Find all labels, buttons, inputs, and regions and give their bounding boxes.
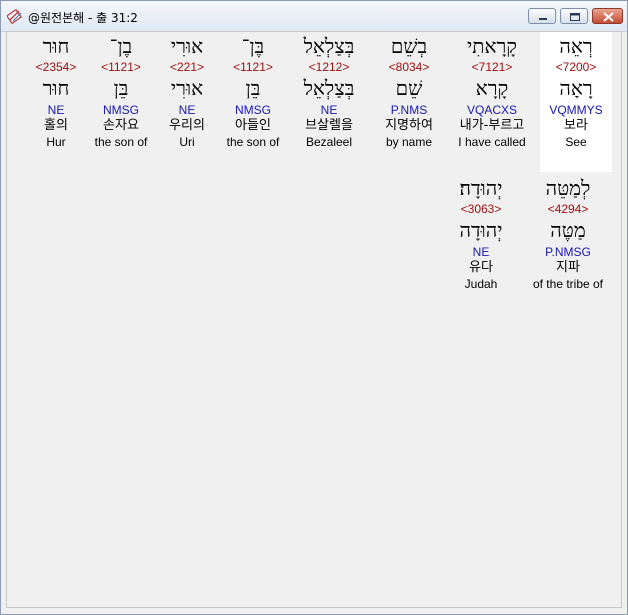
english-gloss: the son of xyxy=(94,135,148,149)
lemma: בֵּן xyxy=(113,76,129,100)
hebrew-word[interactable]: רְאֵה xyxy=(540,32,612,60)
lemma: רָאָה xyxy=(559,76,593,100)
strong-number-link[interactable]: <1121> xyxy=(88,60,154,74)
minimize-icon xyxy=(539,18,547,20)
lemma: אוּרִי xyxy=(170,76,204,100)
english-gloss: of the tribe of xyxy=(532,277,604,291)
parsing-code: NE xyxy=(178,103,196,117)
english-gloss: Bezaleel xyxy=(305,135,353,149)
window-title: @원전본해 - 출 31:2 xyxy=(28,11,138,25)
lemma: בְּצַלְאֵל xyxy=(303,76,355,100)
word-column[interactable]: קָרָאתִי <7121> קָרָא VQACXS 내가-부르고 I ha… xyxy=(447,32,537,172)
strong-number-link[interactable]: <3063> xyxy=(443,202,519,216)
parsing-code: NE xyxy=(472,245,490,259)
english-gloss: the son of xyxy=(226,135,280,149)
strong-number-link[interactable]: <8034> xyxy=(372,60,446,74)
lemma: חוּר xyxy=(42,76,70,100)
word-column[interactable]: יְהוּדָה׃ <3063> יְהוּדָה NE 유다 Judah xyxy=(443,174,519,314)
hebrew-word[interactable]: קָרָאתִי xyxy=(447,32,537,60)
parsing-code: NE xyxy=(320,103,338,117)
lemma: שֵׁם xyxy=(395,76,423,100)
word-column[interactable]: בְשֵׁם <8034> שֵׁם P.NMS 지명하여 by name xyxy=(372,32,446,172)
strong-number-link[interactable]: <7200> xyxy=(540,60,612,74)
close-button[interactable] xyxy=(592,8,623,24)
english-gloss: I have called xyxy=(458,135,526,149)
strong-number-link[interactable]: <221> xyxy=(158,60,216,74)
lemma: בֵּן xyxy=(245,76,261,100)
word-column[interactable]: אוּרִי <221> אוּרִי NE 우리의 Uri xyxy=(158,32,216,172)
strong-number-link[interactable]: <1212> xyxy=(290,60,368,74)
hebrew-word[interactable]: בְּצַלְאֵל xyxy=(290,32,368,60)
hebrew-word[interactable]: חוּר xyxy=(27,32,85,60)
parsing-code: NMSG xyxy=(103,103,139,117)
hebrew-word[interactable]: בֶן־ xyxy=(88,32,154,60)
english-gloss: Uri xyxy=(179,135,195,149)
minimize-button[interactable] xyxy=(528,8,556,24)
parsing-code: VQACXS xyxy=(466,103,517,117)
lemma: יְהוּדָה xyxy=(459,218,503,242)
lemma: מַטֶּה xyxy=(550,218,586,242)
korean-gloss: 유다 xyxy=(469,260,493,275)
english-gloss: See xyxy=(565,135,587,149)
maximize-icon xyxy=(570,13,580,21)
korean-gloss: 브살렐을 xyxy=(305,118,353,133)
strong-number-link[interactable]: <4294> xyxy=(523,202,613,216)
word-column[interactable]: חוּר <2354> חוּר NE 홀의 Hur xyxy=(27,32,85,172)
hebrew-word[interactable]: יְהוּדָה׃ xyxy=(443,174,519,202)
strong-number-link[interactable]: <2354> xyxy=(27,60,85,74)
english-gloss: Judah xyxy=(464,277,498,291)
word-column[interactable]: בְּצַלְאֵל <1212> בְּצַלְאֵל NE 브살렐을 Bez… xyxy=(290,32,368,172)
word-column[interactable]: רְאֵה <7200> רָאָה VQMMYS 보라 See xyxy=(540,32,612,172)
interlinear-panel[interactable]: רְאֵה <7200> רָאָה VQMMYS 보라 See קָרָאתִ… xyxy=(6,31,622,608)
parsing-code: NE xyxy=(47,103,65,117)
korean-gloss: 우리의 xyxy=(169,118,205,133)
parsing-code: P.NMSG xyxy=(545,245,591,259)
korean-gloss: 지명하여 xyxy=(385,118,433,133)
hebrew-word[interactable]: בְשֵׁם xyxy=(372,32,446,60)
korean-gloss: 아들인 xyxy=(235,118,271,133)
parsing-code: VQMMYS xyxy=(549,103,603,117)
hebrew-word[interactable]: אוּרִי xyxy=(158,32,216,60)
app-window: @원전본해 - 출 31:2 רְאֵה <7200> רָאָה VQMMYS… xyxy=(0,0,628,615)
title-bar[interactable]: @원전본해 - 출 31:2 xyxy=(1,1,627,32)
hebrew-word[interactable]: בֶּן־ xyxy=(220,32,286,60)
korean-gloss: 내가-부르고 xyxy=(459,118,525,133)
parsing-code: P.NMS xyxy=(390,103,428,117)
english-gloss: Hur xyxy=(46,135,66,149)
word-column[interactable]: בֶּן־ <1121> בֵּן NMSG 아들인 the son of xyxy=(220,32,286,172)
korean-gloss: 손자요 xyxy=(103,118,139,133)
hebrew-word[interactable]: לְמַטֵּה xyxy=(523,174,613,202)
strong-number-link[interactable]: <1121> xyxy=(220,60,286,74)
english-gloss: by name xyxy=(385,135,433,149)
lemma: קָרָא xyxy=(475,76,509,100)
word-column[interactable]: בֶן־ <1121> בֵּן NMSG 손자요 the son of xyxy=(88,32,154,172)
korean-gloss: 지파 xyxy=(556,260,580,275)
strong-number-link[interactable]: <7121> xyxy=(447,60,537,74)
parsing-code: NMSG xyxy=(235,103,271,117)
word-column[interactable]: לְמַטֵּה <4294> מַטֶּה P.NMSG 지파 of the … xyxy=(523,174,613,314)
close-icon xyxy=(603,12,614,22)
korean-gloss: 홀의 xyxy=(44,118,68,133)
bible-app-icon[interactable] xyxy=(6,8,23,25)
maximize-button[interactable] xyxy=(560,8,588,24)
korean-gloss: 보라 xyxy=(564,118,588,133)
